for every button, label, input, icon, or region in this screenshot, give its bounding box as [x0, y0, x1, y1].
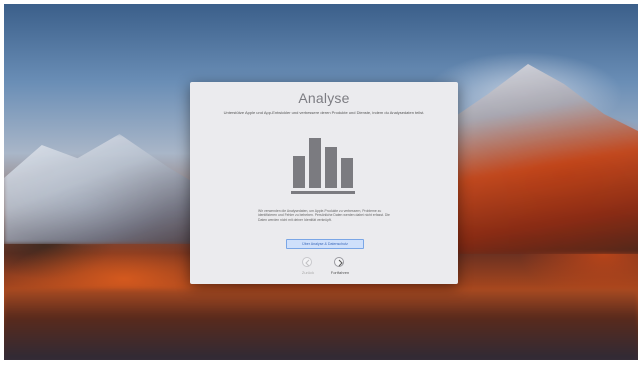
dialog-body-text: Wir verwenden die Analysedaten, um Apple… [258, 209, 390, 222]
wallpaper-mountain-right [444, 64, 638, 254]
dialog-title: Analyse [298, 90, 350, 106]
wallpaper-lake [4, 289, 638, 360]
arrow-right-icon [334, 257, 344, 267]
arrow-left-icon [302, 257, 312, 267]
continue-button[interactable]: Fortfahren [320, 257, 360, 279]
wallpaper-mountain-left [4, 134, 214, 244]
bar-chart-icon [291, 134, 357, 194]
analytics-dialog: Analyse Unterstütze Apple und App-Entwic… [190, 82, 458, 284]
about-analytics-privacy-link[interactable]: Über Analyse & Datenschutz [286, 239, 364, 249]
dialog-subtitle: Unterstütze Apple und App-Entwickler und… [223, 110, 425, 115]
continue-label: Fortfahren [330, 270, 350, 275]
